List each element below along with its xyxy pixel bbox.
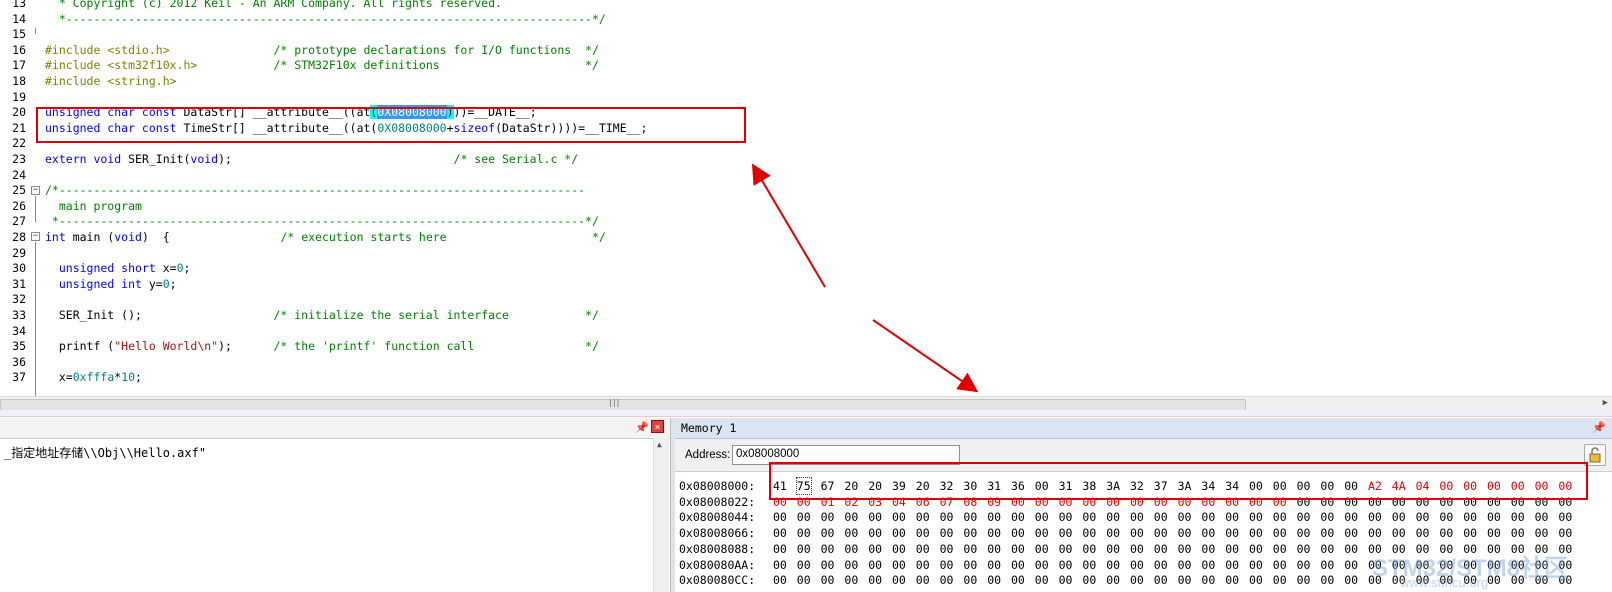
watermark-url: www.stmcu.org: [1400, 575, 1489, 590]
annotation-arrow-up: [751, 163, 826, 288]
annotation-arrows: [751, 163, 979, 393]
annotation-arrow-down: [872, 319, 979, 393]
